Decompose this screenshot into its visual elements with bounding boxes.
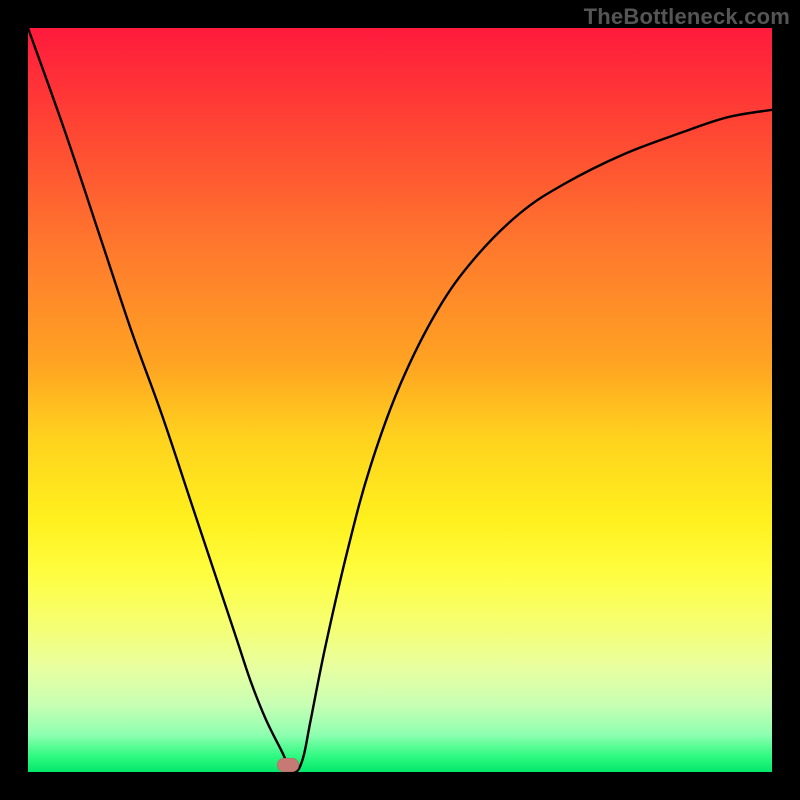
plot-area [28,28,772,772]
chart-frame: TheBottleneck.com [0,0,800,800]
watermark-text: TheBottleneck.com [584,4,790,30]
bottleneck-curve [28,28,772,772]
optimal-point-marker [277,758,299,772]
